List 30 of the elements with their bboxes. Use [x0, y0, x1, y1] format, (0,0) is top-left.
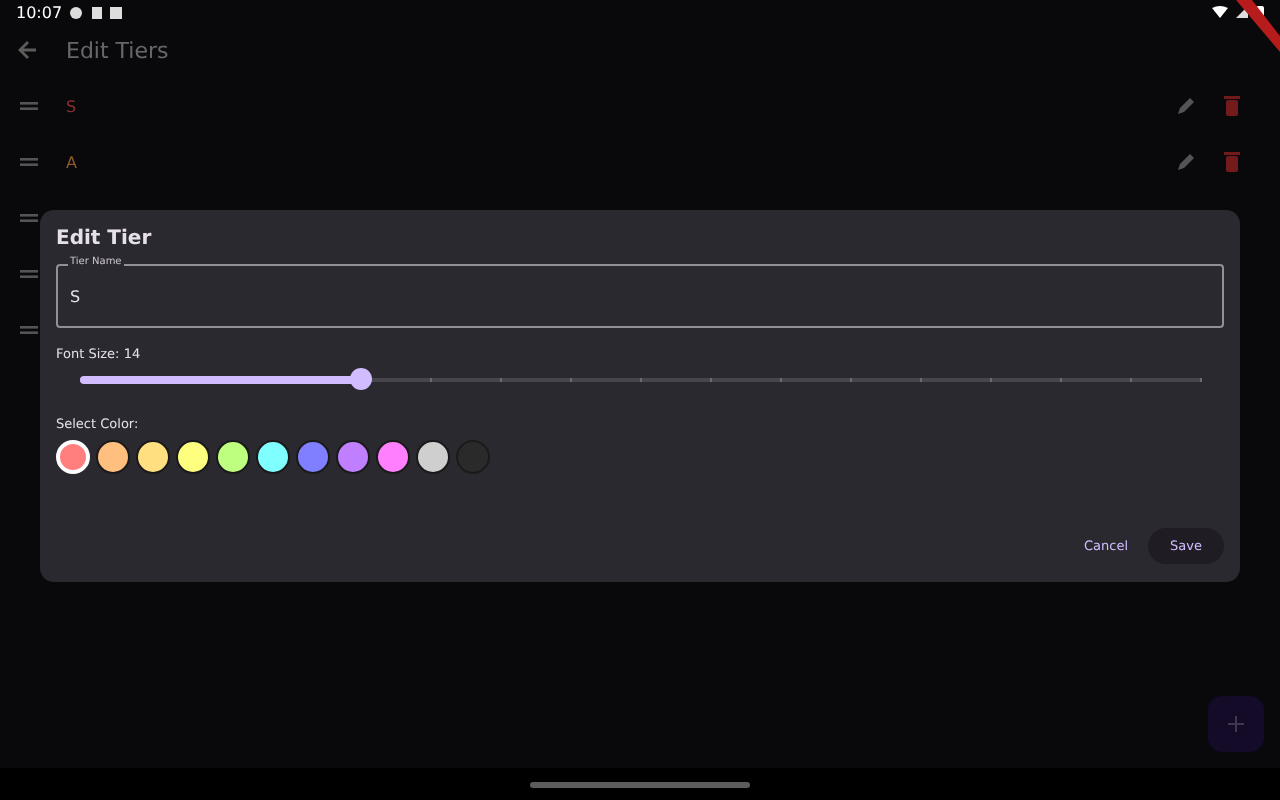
drag-handle-icon[interactable] [20, 270, 38, 278]
trash-icon[interactable] [1224, 152, 1240, 172]
status-time: 10:07 [16, 3, 63, 21]
pencil-icon[interactable] [1176, 152, 1196, 172]
color-swatch[interactable] [256, 440, 290, 474]
color-swatch[interactable] [136, 440, 170, 474]
plus-icon [1228, 716, 1244, 732]
color-swatch[interactable] [216, 440, 250, 474]
drag-handle-icon[interactable] [20, 158, 38, 166]
page-title: Edit Tiers [66, 37, 169, 63]
color-swatch[interactable] [336, 440, 370, 474]
wifi-icon [1212, 6, 1228, 18]
color-swatch[interactable] [416, 440, 450, 474]
color-swatch[interactable] [296, 440, 330, 474]
debug-ribbon-icon [1236, 0, 1280, 52]
drag-handle-icon[interactable] [20, 214, 38, 222]
color-swatch[interactable] [176, 440, 210, 474]
slider-thumb[interactable] [350, 368, 372, 390]
dialog-title: Edit Tier [56, 228, 154, 250]
back-arrow-icon[interactable] [18, 40, 38, 60]
drag-handle-icon[interactable] [20, 102, 38, 110]
home-indicator[interactable] [530, 781, 750, 787]
notification-icon [70, 5, 123, 19]
trash-icon[interactable] [1224, 96, 1240, 116]
pencil-icon[interactable] [1176, 96, 1196, 116]
color-swatch[interactable] [376, 440, 410, 474]
color-swatch[interactable] [96, 440, 130, 474]
tier-name: S [66, 97, 77, 115]
tier-name: A [66, 153, 77, 171]
drag-handle-icon[interactable] [20, 326, 38, 334]
